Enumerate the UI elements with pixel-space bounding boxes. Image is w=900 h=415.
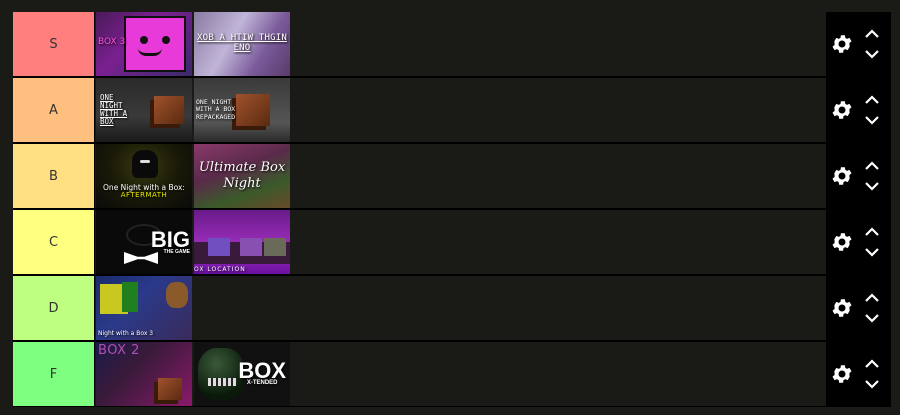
settings-gear-icon[interactable] (829, 97, 855, 123)
tier-label-a[interactable]: A (13, 78, 95, 142)
tier-items-c[interactable]: BIG THE GAME OX LOCATION (95, 210, 826, 274)
tier-items-a[interactable]: ONE NIGHT WITH A BOX ONE NIGHT WITH A BO… (95, 78, 826, 142)
big-the-game-thumb[interactable]: BIG THE GAME (96, 210, 192, 274)
chevron-up-icon[interactable] (863, 226, 881, 238)
tier-label-d[interactable]: D (13, 276, 95, 340)
one-night-with-a-box-reversed-thumb[interactable]: XOB A HTIW THGIN ENO (194, 12, 290, 76)
tier-label-s[interactable]: S (13, 12, 95, 76)
chevron-down-icon[interactable] (863, 246, 881, 258)
thumb-caption: XOB A HTIW THGIN ENO (197, 33, 287, 53)
thumb-caption: ONE NIGHT WITH A BOX REPACKAGED (196, 98, 236, 121)
one-night-with-a-box-thumb[interactable]: ONE NIGHT WITH A BOX (96, 78, 192, 142)
tier-list: S BOX 3 XOB A HTIW THGIN ENO A ONE NIGHT… (13, 12, 891, 407)
tier-row-f: F BOX 2 BOX X-TENDED (13, 342, 891, 406)
one-night-with-a-box-repackaged-thumb[interactable]: ONE NIGHT WITH A BOX REPACKAGED (194, 78, 290, 142)
chevron-up-icon[interactable] (863, 94, 881, 106)
thumb-caption: OX LOCATION (194, 266, 246, 274)
tier-controls-a (826, 78, 891, 142)
chevron-up-icon[interactable] (863, 28, 881, 40)
tier-items-s[interactable]: BOX 3 XOB A HTIW THGIN ENO (95, 12, 826, 76)
tier-controls-b (826, 144, 891, 208)
settings-gear-icon[interactable] (829, 361, 855, 387)
box-location-thumb[interactable]: OX LOCATION (194, 210, 290, 274)
chevron-up-icon[interactable] (863, 292, 881, 304)
thumb-caption: ONE NIGHT WITH A BOX (100, 92, 128, 127)
chevron-down-icon[interactable] (863, 114, 881, 126)
tier-items-d[interactable]: Night with a Box 3 (95, 276, 826, 340)
chevron-down-icon[interactable] (863, 312, 881, 324)
thumb-subcaption: AFTERMATH (120, 191, 168, 200)
tier-items-f[interactable]: BOX 2 BOX X-TENDED (95, 342, 826, 406)
thumb-caption: Night with a Box 3 (98, 330, 154, 338)
settings-gear-icon[interactable] (829, 295, 855, 321)
thumb-caption: BIG THE GAME (151, 228, 190, 254)
box-x-tended-thumb[interactable]: BOX X-TENDED (194, 342, 290, 406)
box2-thumb[interactable]: BOX 2 (96, 342, 192, 406)
tier-items-b[interactable]: One Night with a Box: AFTERMATH Ultimate… (95, 144, 826, 208)
thumb-caption: BOX 3 (98, 37, 126, 47)
tier-controls-c (826, 210, 891, 274)
tier-row-s: S BOX 3 XOB A HTIW THGIN ENO (13, 12, 891, 76)
thumb-caption: Ultimate Box Night (198, 160, 286, 191)
tier-controls-s (826, 12, 891, 76)
tier-row-d: D Night with a Box 3 (13, 276, 891, 340)
tier-label-f[interactable]: F (13, 342, 95, 406)
tier-row-c: C BIG THE GAME OX LOCATION (13, 210, 891, 274)
chevron-down-icon[interactable] (863, 48, 881, 60)
tier-controls-d (826, 276, 891, 340)
tier-controls-f (826, 342, 891, 406)
one-night-with-a-box-3-thumb[interactable]: Night with a Box 3 (96, 276, 192, 340)
settings-gear-icon[interactable] (829, 31, 855, 57)
aftermath-thumb[interactable]: One Night with a Box: AFTERMATH (96, 144, 192, 208)
tier-row-a: A ONE NIGHT WITH A BOX ONE NIGHT WITH A … (13, 78, 891, 142)
chevron-up-icon[interactable] (863, 160, 881, 172)
settings-gear-icon[interactable] (829, 229, 855, 255)
chevron-down-icon[interactable] (863, 180, 881, 192)
ultimate-box-night-thumb[interactable]: Ultimate Box Night (194, 144, 290, 208)
thumb-caption: BOX 2 (98, 343, 140, 358)
settings-gear-icon[interactable] (829, 163, 855, 189)
tier-row-b: B One Night with a Box: AFTERMATH Ultima… (13, 144, 891, 208)
thumb-caption: BOX X-TENDED (238, 360, 286, 386)
tier-label-b[interactable]: B (13, 144, 95, 208)
box3-thumb[interactable]: BOX 3 (96, 12, 192, 76)
chevron-up-icon[interactable] (863, 358, 881, 370)
tier-label-c[interactable]: C (13, 210, 95, 274)
chevron-down-icon[interactable] (863, 378, 881, 390)
